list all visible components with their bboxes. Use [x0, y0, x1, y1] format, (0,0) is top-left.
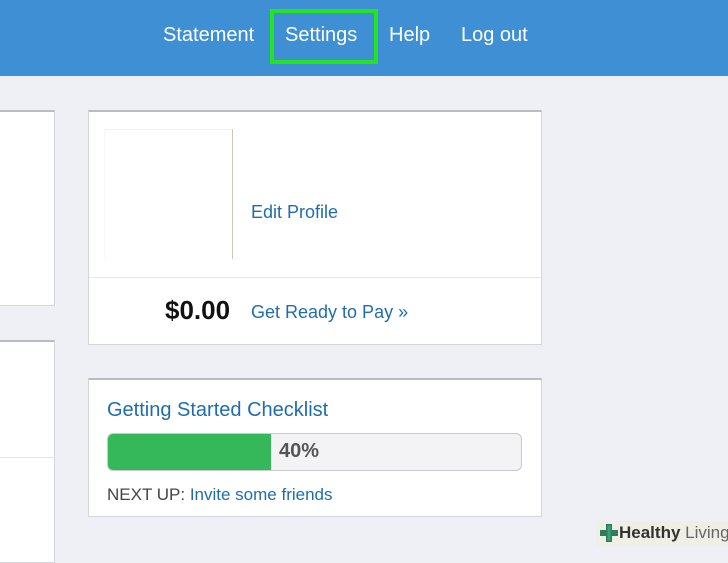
next-up-label: NEXT UP:	[107, 485, 186, 504]
plus-cross-icon	[600, 524, 618, 542]
checklist-title-link[interactable]: Getting Started Checklist	[107, 399, 328, 422]
top-nav-bar: Statement Settings Help Log out	[0, 0, 728, 76]
settings-highlight-box	[270, 9, 378, 64]
profile-divider	[89, 277, 541, 278]
nav-logout-link[interactable]: Log out	[461, 22, 528, 48]
left-panel-top	[0, 110, 55, 306]
watermark-brand-light: Living	[685, 523, 728, 542]
checklist-card: Getting Started Checklist 40% NEXT UP: I…	[88, 378, 542, 517]
nav-help-link[interactable]: Help	[389, 22, 430, 48]
get-ready-to-pay-link[interactable]: Get Ready to Pay »	[251, 302, 408, 323]
left-panel-bottom	[0, 340, 55, 563]
watermark-brand-bold: Healthy	[619, 523, 681, 542]
progress-fill	[108, 434, 271, 470]
edit-profile-link[interactable]: Edit Profile	[251, 202, 338, 223]
watermark-text: Healthy Living	[619, 523, 728, 543]
progress-bar: 40%	[107, 433, 522, 471]
next-up-row: NEXT UP: Invite some friends	[107, 485, 333, 505]
progress-label: 40%	[279, 440, 320, 462]
avatar[interactable]	[104, 129, 233, 259]
left-panel-divider	[0, 457, 54, 458]
profile-card: Edit Profile $0.00 Get Ready to Pay »	[88, 110, 542, 345]
nav-statement-link[interactable]: Statement	[163, 22, 254, 48]
healthy-living-watermark: Healthy Living	[596, 521, 728, 546]
invite-friends-link[interactable]: Invite some friends	[190, 485, 333, 504]
balance-amount: $0.00	[165, 295, 231, 325]
